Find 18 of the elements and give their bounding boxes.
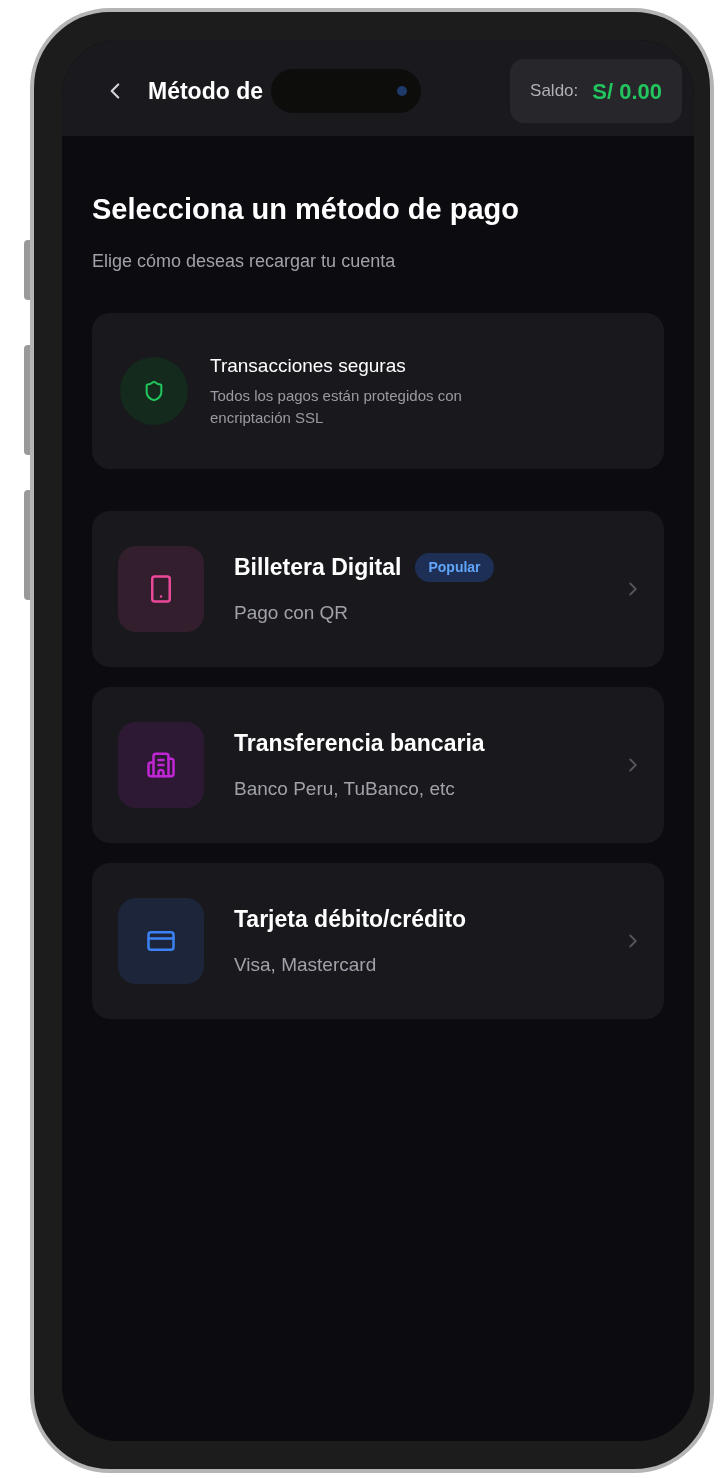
method-subtitle: Pago con QR	[234, 600, 350, 625]
popular-badge: Popular	[415, 552, 494, 582]
page-heading: Selecciona un método de pago	[92, 192, 520, 227]
shield-icon	[143, 379, 165, 402]
method-subtitle: Visa, Mastercard	[234, 952, 378, 977]
page-title: Método de	[148, 76, 263, 106]
method-title: Transferencia bancaria	[234, 729, 485, 758]
balance-value: S/ 0.00	[592, 77, 662, 106]
method-subtitle: Banco Peru, TuBanco, etc	[234, 776, 456, 801]
method-title: Tarjeta débito/crédito	[234, 905, 467, 934]
payment-method-card[interactable]: Tarjeta débito/crédito Visa, Mastercard	[92, 862, 664, 1019]
payment-method-card[interactable]: Transferencia bancaria Banco Peru, TuBanco, etc	[92, 686, 664, 843]
page-subheading: Elige cómo deseas recargar tu cuenta	[92, 249, 397, 273]
security-title: Transacciones seguras	[210, 354, 407, 379]
balance-label: Saldo:	[530, 80, 579, 103]
payment-method-card[interactable]: Billetera Digital Popular Pago con QR	[92, 510, 664, 667]
security-text: Todos los pagos están protegidos con encriptación SSL	[210, 385, 463, 428]
method-title: Billetera Digital	[234, 553, 402, 582]
